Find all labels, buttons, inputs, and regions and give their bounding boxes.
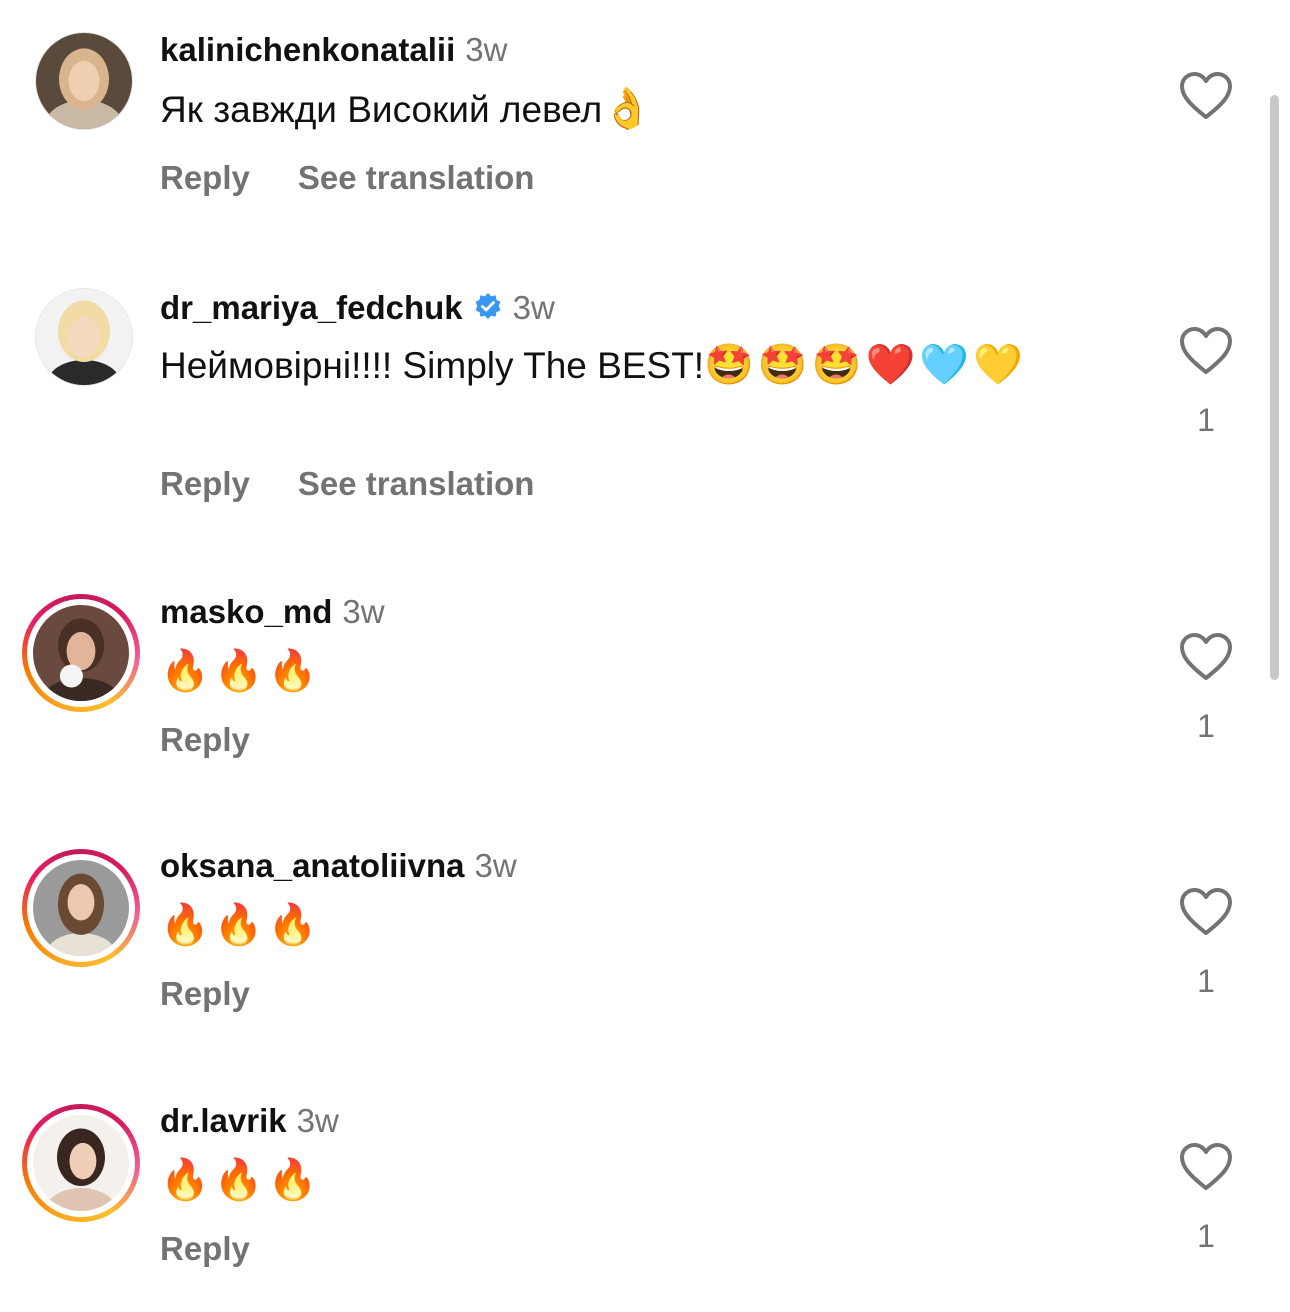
comment-body: Як завжди Високий левел — [160, 89, 603, 130]
comment-emoji: 🔥🔥🔥 — [160, 902, 322, 948]
like-count: 1 — [1197, 1218, 1215, 1254]
comment-emoji: 🔥🔥🔥 — [160, 648, 322, 694]
comment-actions: Reply — [160, 1229, 250, 1269]
see-translation-button[interactable]: See translation — [298, 465, 535, 502]
comment-header: dr.lavrik 3w — [160, 1101, 339, 1141]
reply-button[interactable]: Reply — [160, 1230, 250, 1267]
comment-header: dr_mariya_fedchuk 3w — [160, 288, 555, 328]
comment-emoji: 🤩🤩🤩❤️🩵💛 — [704, 342, 1027, 388]
avatar-story-ring[interactable] — [22, 594, 140, 712]
reply-button[interactable]: Reply — [160, 975, 250, 1012]
username[interactable]: kalinichenkonatalii — [160, 31, 455, 68]
comment-header: kalinichenkonatalii 3w — [160, 30, 507, 70]
username[interactable]: dr.lavrik — [160, 1102, 287, 1139]
scrollbar[interactable] — [1270, 95, 1279, 680]
timestamp: 3w — [465, 31, 508, 68]
heart-outline-icon[interactable] — [1178, 886, 1234, 938]
comment-text: Неймовірні!!!! Simply The BEST!🤩🤩🤩❤️🩵💛 — [160, 338, 1100, 393]
see-translation-button[interactable]: See translation — [298, 159, 535, 196]
comment-text: 🔥🔥🔥 — [160, 644, 1100, 699]
avatar-story-ring[interactable] — [22, 1104, 140, 1222]
timestamp: 3w — [512, 289, 555, 326]
avatar-story-ring[interactable] — [22, 849, 140, 967]
like-count: 1 — [1197, 963, 1215, 999]
heart-outline-icon[interactable] — [1178, 1141, 1234, 1193]
comment-header: oksana_anatoliivna 3w — [160, 846, 517, 886]
reply-button[interactable]: Reply — [160, 721, 250, 758]
comment-text: 🔥🔥🔥 — [160, 898, 1100, 953]
avatar[interactable] — [35, 32, 133, 130]
comment-actions: Reply — [160, 720, 250, 760]
timestamp: 3w — [296, 1102, 339, 1139]
comment-body: Неймовірні!!!! Simply The BEST! — [160, 345, 705, 386]
comment-header: masko_md 3w — [160, 592, 385, 632]
comment-text: 🔥🔥🔥 — [160, 1153, 1100, 1208]
like-count: 1 — [1197, 402, 1215, 438]
heart-outline-icon[interactable] — [1178, 325, 1234, 377]
comment-emoji: 🔥🔥🔥 — [160, 1157, 322, 1203]
avatar — [33, 860, 129, 956]
avatar — [33, 1115, 129, 1211]
comment-emoji: 👌 — [602, 86, 657, 132]
like-count: 1 — [1197, 708, 1215, 744]
reply-button[interactable]: Reply — [160, 465, 250, 502]
username[interactable]: dr_mariya_fedchuk — [160, 289, 463, 326]
username[interactable]: oksana_anatoliivna — [160, 847, 464, 884]
heart-outline-icon[interactable] — [1178, 70, 1234, 122]
comment-actions: Reply See translation — [160, 464, 534, 504]
heart-outline-icon[interactable] — [1178, 631, 1234, 683]
avatar[interactable] — [35, 288, 133, 386]
verified-badge-icon — [475, 293, 501, 319]
timestamp: 3w — [342, 593, 385, 630]
comment-actions: Reply See translation — [160, 158, 534, 198]
username[interactable]: masko_md — [160, 593, 332, 630]
comment-actions: Reply — [160, 974, 250, 1014]
reply-button[interactable]: Reply — [160, 159, 250, 196]
avatar — [33, 605, 129, 701]
timestamp: 3w — [474, 847, 517, 884]
comment-text: Як завжди Високий левел👌 — [160, 82, 1100, 137]
